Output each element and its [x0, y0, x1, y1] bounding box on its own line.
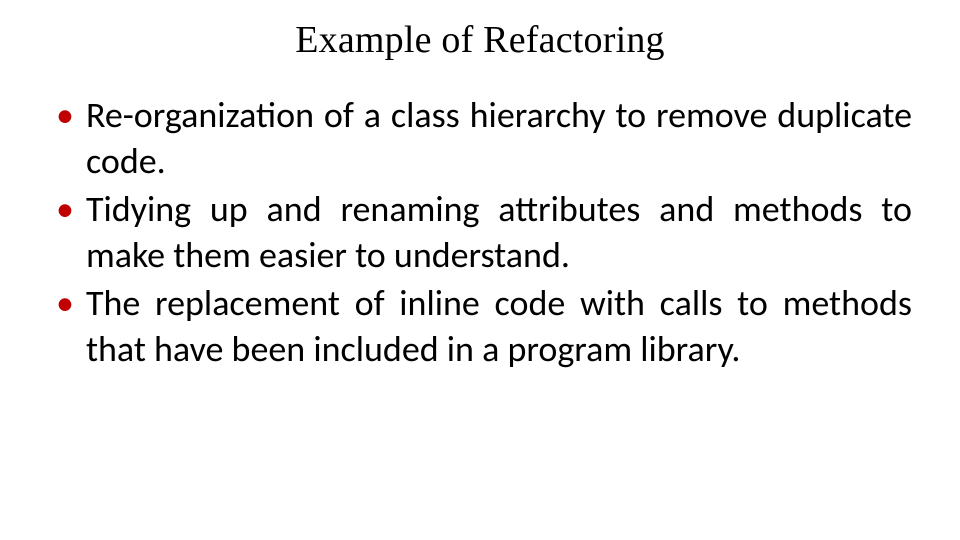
- bullet-text: Re-organization of a class hierarchy to …: [86, 92, 912, 184]
- slide-title: Example of Refactoring: [48, 18, 912, 62]
- list-item: • Re-organization of a class hierarchy t…: [56, 92, 912, 184]
- bullet-icon: •: [56, 186, 74, 232]
- slide: Example of Refactoring • Re-organization…: [0, 0, 960, 540]
- slide-content: • Re-organization of a class hierarchy t…: [48, 92, 912, 372]
- bullet-icon: •: [56, 280, 74, 326]
- bullet-text: The replacement of inline code with call…: [86, 280, 912, 372]
- bullet-text: Tidying up and renaming attributes and m…: [86, 186, 912, 278]
- list-item: • The replacement of inline code with ca…: [56, 280, 912, 372]
- bullet-icon: •: [56, 92, 74, 138]
- list-item: • Tidying up and renaming attributes and…: [56, 186, 912, 278]
